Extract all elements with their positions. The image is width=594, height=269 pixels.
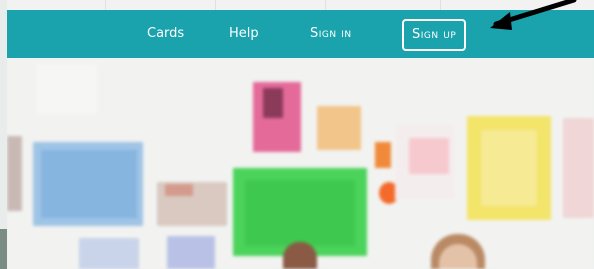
hero-image bbox=[7, 58, 594, 269]
sign-in-link[interactable]: Sign in bbox=[310, 10, 352, 58]
classroom-wall-photo bbox=[7, 58, 594, 269]
top-strip-cell bbox=[325, 0, 441, 10]
annotation-arrow-icon bbox=[490, 0, 577, 30]
nav-link-cards[interactable]: Cards bbox=[147, 10, 184, 58]
top-strip-cell bbox=[105, 0, 216, 10]
nav-link-help[interactable]: Help bbox=[229, 10, 259, 58]
top-strip-cell bbox=[215, 0, 326, 10]
top-strip-cell bbox=[0, 0, 106, 10]
sign-up-button[interactable]: Sign up bbox=[402, 19, 467, 51]
left-edge bbox=[0, 0, 7, 269]
left-edge-shade bbox=[0, 229, 7, 269]
